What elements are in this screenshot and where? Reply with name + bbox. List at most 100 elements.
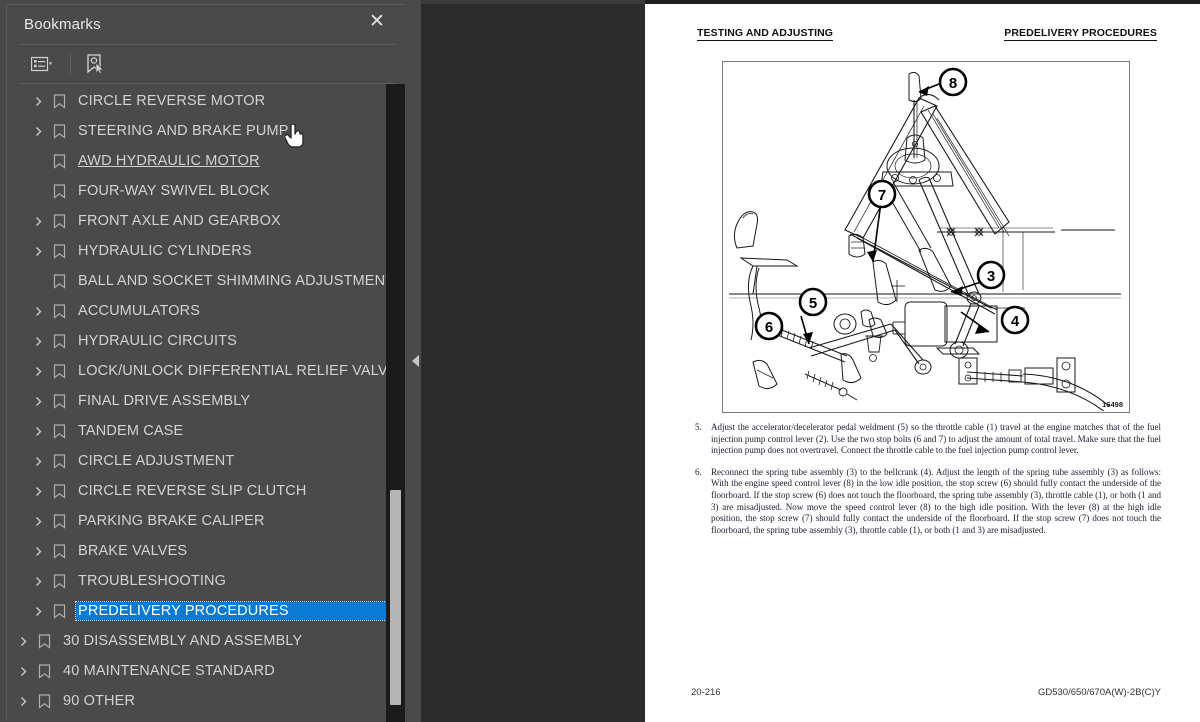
bookmark-item-label: HYDRAULIC CYLINDERS bbox=[78, 243, 252, 259]
bookmark-icon bbox=[36, 693, 52, 709]
bookmark-item[interactable]: TROUBLESHOOTING bbox=[6, 566, 386, 596]
bookmark-icon bbox=[51, 573, 67, 589]
bookmark-item[interactable]: 40 MAINTENANCE STANDARD bbox=[6, 656, 386, 686]
bookmark-item-label: TANDEM CASE bbox=[78, 423, 184, 439]
svg-text:8: 8 bbox=[949, 75, 957, 92]
bookmark-item-label: PREDELIVERY PROCEDURES bbox=[75, 601, 386, 621]
document-paragraph: 6. Reconnect the spring tube assembly (3)… bbox=[691, 467, 1161, 537]
bookmarks-toolbar bbox=[6, 45, 408, 83]
new-bookmark-glyph bbox=[87, 54, 105, 75]
header-left-text: TESTING AND ADJUSTING bbox=[697, 27, 834, 41]
bookmark-item[interactable]: BRAKE VALVES bbox=[6, 536, 386, 566]
list-options-glyph bbox=[30, 56, 52, 72]
chevron-right-icon[interactable] bbox=[31, 124, 45, 138]
pdf-viewer-window: Bookmarks ✕ CIRCLE REVERSE MOTOR STEERIN… bbox=[0, 0, 1200, 722]
bookmark-item-label: HYDRAULIC CIRCUITS bbox=[78, 333, 237, 349]
bookmark-item[interactable]: PARKING BRAKE CALIPER bbox=[6, 506, 386, 536]
viewer-background bbox=[408, 0, 645, 722]
footer-model-code: GD530/650/670A(W)-2B(C)Y bbox=[1037, 687, 1161, 698]
bookmark-icon bbox=[51, 543, 67, 559]
list-options-icon[interactable] bbox=[20, 51, 62, 77]
bookmark-item-label: FRONT AXLE AND GEARBOX bbox=[78, 213, 281, 229]
chevron-right-icon[interactable] bbox=[31, 454, 45, 468]
bookmarks-panel-header: Bookmarks bbox=[6, 4, 408, 44]
chevron-right-icon[interactable] bbox=[31, 514, 45, 528]
bookmark-icon bbox=[51, 603, 67, 619]
bookmark-icon bbox=[51, 333, 67, 349]
bookmark-icon bbox=[51, 453, 67, 469]
bookmark-item[interactable]: BALL AND SOCKET SHIMMING ADJUSTMENT bbox=[6, 266, 386, 296]
bookmark-item[interactable]: CIRCLE ADJUSTMENT bbox=[6, 446, 386, 476]
bookmark-item-label: LOCK/UNLOCK DIFFERENTIAL RELIEF VALVE bbox=[78, 363, 386, 379]
paragraph-number: 5. bbox=[695, 422, 702, 432]
bookmark-item[interactable]: LOCK/UNLOCK DIFFERENTIAL RELIEF VALVE bbox=[6, 356, 386, 386]
svg-text:7: 7 bbox=[878, 187, 886, 204]
chevron-right-icon[interactable] bbox=[31, 544, 45, 558]
bookmark-item[interactable]: FOUR-WAY SWIVEL BLOCK bbox=[6, 176, 386, 206]
bookmark-item[interactable]: 90 OTHER bbox=[6, 686, 386, 716]
bookmark-item[interactable]: HYDRAULIC CIRCUITS bbox=[6, 326, 386, 356]
chevron-right-icon[interactable] bbox=[31, 394, 45, 408]
chevron-right-icon[interactable] bbox=[31, 484, 45, 498]
chevron-right-icon[interactable] bbox=[31, 214, 45, 228]
technical-figure: 8 3 4 7 5 6 16498 bbox=[722, 61, 1130, 413]
bookmark-item[interactable]: TANDEM CASE bbox=[6, 416, 386, 446]
chevron-right-icon[interactable] bbox=[31, 94, 45, 108]
bookmark-item[interactable]: STEERING AND BRAKE PUMP bbox=[6, 116, 386, 146]
bookmark-item-label: FINAL DRIVE ASSEMBLY bbox=[78, 393, 251, 409]
bookmark-item-label: ACCUMULATORS bbox=[78, 303, 201, 319]
bookmark-item-label: BALL AND SOCKET SHIMMING ADJUSTMENT bbox=[78, 273, 386, 289]
toolbar-divider-bottom bbox=[18, 83, 396, 84]
bookmark-item[interactable]: 30 DISASSEMBLY AND ASSEMBLY bbox=[6, 626, 386, 656]
bookmark-item-label: TROUBLESHOOTING bbox=[78, 573, 227, 589]
chevron-right-icon[interactable] bbox=[31, 604, 45, 618]
figure-id: 16498 bbox=[1102, 400, 1123, 409]
document-header: TESTING AND ADJUSTING PREDELIVERY PROCED… bbox=[697, 27, 1157, 41]
bookmark-icon bbox=[51, 183, 67, 199]
bookmark-item[interactable]: AWD HYDRAULIC MOTOR bbox=[6, 146, 386, 176]
chevron-right-icon[interactable] bbox=[16, 664, 30, 678]
bookmark-item[interactable]: HYDRAULIC CYLINDERS bbox=[6, 236, 386, 266]
chevron-right-icon[interactable] bbox=[31, 364, 45, 378]
svg-text:3: 3 bbox=[987, 268, 995, 285]
bookmark-icon bbox=[51, 393, 67, 409]
svg-text:6: 6 bbox=[765, 319, 773, 336]
bookmark-item[interactable]: FINAL DRIVE ASSEMBLY bbox=[6, 386, 386, 416]
bookmark-item-label: STEERING AND BRAKE PUMP bbox=[78, 123, 289, 139]
bookmark-item-label: PARKING BRAKE CALIPER bbox=[78, 513, 265, 529]
bookmark-icon bbox=[51, 423, 67, 439]
bookmark-item-label: 40 MAINTENANCE STANDARD bbox=[63, 663, 275, 679]
chevron-right-icon[interactable] bbox=[31, 574, 45, 588]
panel-title: Bookmarks bbox=[24, 15, 101, 33]
bookmark-item[interactable]: ACCUMULATORS bbox=[6, 296, 386, 326]
chevron-right-icon[interactable] bbox=[31, 334, 45, 348]
bookmark-item-label: 30 DISASSEMBLY AND ASSEMBLY bbox=[63, 633, 303, 649]
new-bookmark-icon[interactable] bbox=[83, 51, 109, 77]
close-icon[interactable]: ✕ bbox=[366, 10, 388, 32]
bookmark-item[interactable]: FRONT AXLE AND GEARBOX bbox=[6, 206, 386, 236]
bookmark-item[interactable]: CIRCLE REVERSE MOTOR bbox=[6, 86, 386, 116]
bookmark-item-label: AWD HYDRAULIC MOTOR bbox=[78, 153, 260, 169]
bookmarks-scrollbar-thumb[interactable] bbox=[390, 490, 401, 705]
chevron-right-icon[interactable] bbox=[31, 424, 45, 438]
collapse-left-arrow-icon[interactable] bbox=[412, 355, 419, 367]
bookmark-icon bbox=[51, 93, 67, 109]
chevron-right-icon[interactable] bbox=[16, 634, 30, 648]
bookmark-item-label: CIRCLE REVERSE SLIP CLUTCH bbox=[78, 483, 307, 499]
bookmark-item-label: CIRCLE ADJUSTMENT bbox=[78, 453, 235, 469]
bookmark-item-label: BRAKE VALVES bbox=[78, 543, 188, 559]
chevron-right-icon[interactable] bbox=[16, 694, 30, 708]
bookmark-item[interactable]: CIRCLE REVERSE SLIP CLUTCH bbox=[6, 476, 386, 506]
bookmark-item-label: CIRCLE REVERSE MOTOR bbox=[78, 93, 266, 109]
document-footer: 20-216 GD530/650/670A(W)-2B(C)Y bbox=[691, 687, 1161, 698]
chevron-right-icon[interactable] bbox=[31, 304, 45, 318]
pdf-page: TESTING AND ADJUSTING PREDELIVERY PROCED… bbox=[645, 4, 1200, 722]
bookmark-item[interactable]: PREDELIVERY PROCEDURES bbox=[6, 596, 386, 626]
document-paragraph: 5. Adjust the accelerator/decelerator ped… bbox=[691, 422, 1161, 457]
chevron-right-icon[interactable] bbox=[31, 244, 45, 258]
bookmark-icon bbox=[51, 513, 67, 529]
bookmark-item-label: FOUR-WAY SWIVEL BLOCK bbox=[78, 183, 270, 199]
header-right-text: PREDELIVERY PROCEDURES bbox=[1004, 27, 1157, 41]
bookmark-icon bbox=[36, 633, 52, 649]
paragraph-text: Adjust the accelerator/decelerator pedal… bbox=[711, 422, 1161, 456]
